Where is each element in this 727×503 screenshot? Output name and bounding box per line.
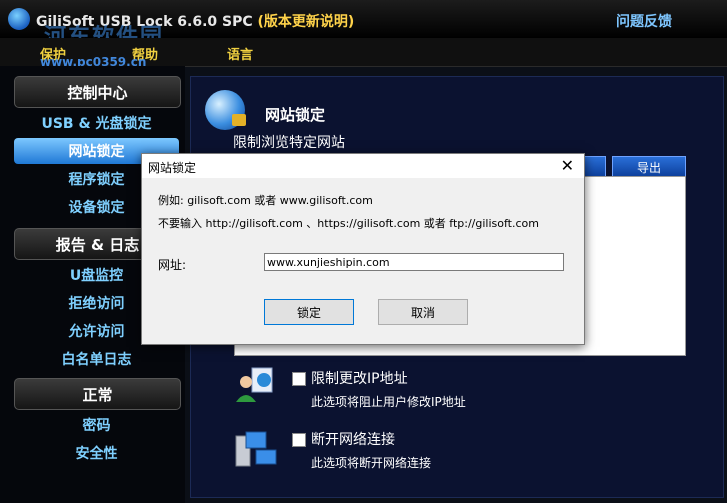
website-lock-dialog: 网站锁定 ✕ 例如: gilisoft.com 或者 www.gilisoft.… [141, 153, 585, 345]
url-label: 网址: [158, 258, 187, 272]
restrict-ip-desc: 此选项将阻止用户修改IP地址 [311, 395, 466, 409]
sidebar-item-usb-cd-lock[interactable]: USB & 光盘锁定 [14, 110, 179, 136]
export-button[interactable]: 导出 [612, 156, 686, 178]
disconnect-network-desc: 此选项将断开网络连接 [311, 456, 432, 470]
user-ip-icon [236, 367, 273, 402]
menu-language[interactable]: 语言 [227, 44, 253, 63]
page-title: 网站锁定 [265, 106, 326, 124]
disconnect-network-label: 断开网络连接 [311, 432, 395, 448]
dialog-example-text: 例如: gilisoft.com 或者 www.gilisoft.com [158, 194, 373, 207]
sidebar-item-whitelist-log[interactable]: 白名单日志 [14, 346, 179, 372]
network-computers-icon [235, 431, 277, 467]
sidebar-item-security[interactable]: 安全性 [14, 440, 179, 466]
lock-icon [232, 114, 246, 126]
sidebar-item-password[interactable]: 密码 [14, 412, 179, 438]
disconnect-network-checkbox[interactable] [292, 433, 306, 447]
lock-button[interactable]: 锁定 [264, 299, 354, 325]
version-note-link[interactable]: (版本更新说明) [258, 14, 355, 30]
cancel-button[interactable]: 取消 [378, 299, 468, 325]
restrict-ip-label: 限制更改IP地址 [311, 371, 408, 387]
page-subtitle: 限制浏览特定网站 [233, 135, 345, 151]
section-control-center: 控制中心 [14, 76, 181, 108]
url-input[interactable] [264, 253, 564, 271]
section-general: 正常 [14, 378, 181, 410]
dialog-title: 网站锁定 [148, 161, 197, 175]
restrict-ip-checkbox[interactable] [292, 372, 306, 386]
dialog-title-bar: 网站锁定 ✕ [142, 154, 584, 178]
close-icon[interactable]: ✕ [561, 156, 574, 175]
dialog-warning-text: 不要输入 http://gilisoft.com 、https://giliso… [158, 217, 539, 230]
app-logo-icon [8, 8, 30, 30]
feedback-link[interactable]: 问题反馈 [616, 11, 672, 31]
